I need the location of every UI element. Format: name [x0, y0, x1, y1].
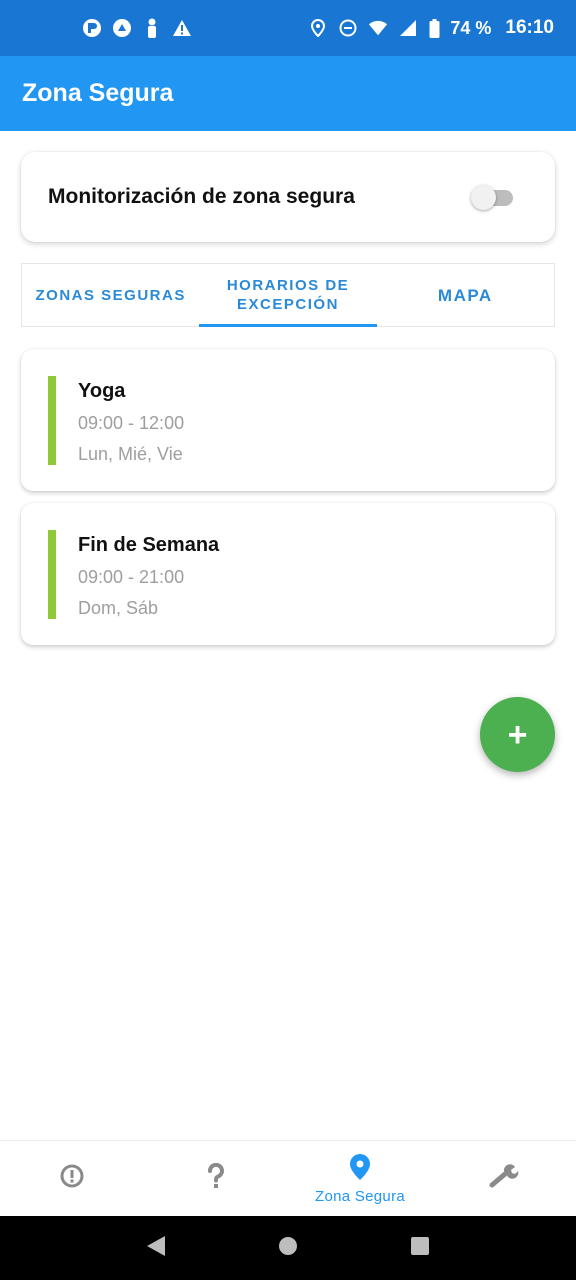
page-title: Zona Segura	[22, 79, 174, 107]
tab-exception-schedules-label: HORARIOS DE EXCEPCIÓN	[226, 277, 350, 313]
tab-bar: ZONAS SEGURAS HORARIOS DE EXCEPCIÓN MAPA	[21, 263, 555, 327]
dnd-icon	[338, 18, 358, 38]
schedule-card[interactable]: Fin de Semana 09:00 - 21:00 Dom, Sáb	[21, 503, 555, 645]
plus-icon: +	[507, 715, 528, 754]
nav-item-safe-zone-label: Zona Segura	[314, 1187, 406, 1205]
help-icon	[206, 1162, 226, 1194]
clock: 16:10	[505, 17, 554, 38]
notification-p-icon	[82, 18, 102, 38]
schedule-color-bar	[48, 376, 56, 465]
schedule-time: 09:00 - 21:00	[78, 567, 185, 587]
tab-map[interactable]: MAPA	[377, 264, 554, 326]
info-icon	[59, 1163, 85, 1194]
nav-item-safe-zone[interactable]: Zona Segura	[288, 1141, 432, 1216]
nav-item-help[interactable]	[144, 1141, 288, 1216]
home-icon[interactable]	[278, 1236, 298, 1261]
status-bar: 74 % 16:10	[0, 0, 576, 56]
tab-safe-zones-label: ZONAS SEGURAS	[35, 286, 186, 304]
nav-item-info[interactable]	[0, 1141, 144, 1216]
location-icon	[308, 18, 328, 38]
bottom-navigation: Zona Segura	[0, 1140, 576, 1216]
battery-icon	[428, 18, 440, 38]
safe-zone-monitor-card: Monitorización de zona segura	[21, 152, 555, 242]
system-navigation-bar	[0, 1216, 576, 1280]
schedule-days: Lun, Mié, Vie	[78, 444, 183, 464]
recents-icon[interactable]	[410, 1236, 430, 1261]
signal-icon	[398, 18, 418, 38]
schedule-days: Dom, Sáb	[78, 598, 159, 618]
wifi-icon	[368, 18, 388, 38]
schedule-time: 09:00 - 12:00	[78, 413, 185, 433]
back-icon[interactable]	[146, 1235, 166, 1262]
warning-icon	[172, 18, 192, 38]
schedule-card[interactable]: Yoga 09:00 - 12:00 Lun, Mié, Vie	[21, 349, 555, 491]
tab-exception-schedules[interactable]: HORARIOS DE EXCEPCIÓN	[199, 264, 377, 327]
safe-zone-monitor-label: Monitorización de zona segura	[48, 185, 355, 208]
wrench-icon	[489, 1163, 519, 1194]
schedule-name: Yoga	[78, 380, 126, 402]
tab-map-label: MAPA	[437, 285, 493, 305]
status-bar-notifications	[82, 18, 192, 38]
notification-figure-icon	[142, 18, 162, 38]
battery-percentage: 74 %	[450, 17, 492, 38]
toggle-thumb	[471, 185, 496, 210]
status-bar-system: 74 % 16:10	[308, 17, 554, 39]
tab-safe-zones[interactable]: ZONAS SEGURAS	[22, 264, 199, 326]
schedule-name: Fin de Semana	[78, 534, 220, 556]
location-pin-icon	[349, 1153, 371, 1186]
schedule-color-bar	[48, 530, 56, 619]
app-bar: Zona Segura	[0, 56, 576, 131]
notification-circle-icon	[112, 18, 132, 38]
nav-item-settings[interactable]	[432, 1141, 576, 1216]
add-schedule-button[interactable]: +	[480, 697, 555, 772]
safe-zone-monitor-toggle[interactable]	[471, 184, 515, 210]
